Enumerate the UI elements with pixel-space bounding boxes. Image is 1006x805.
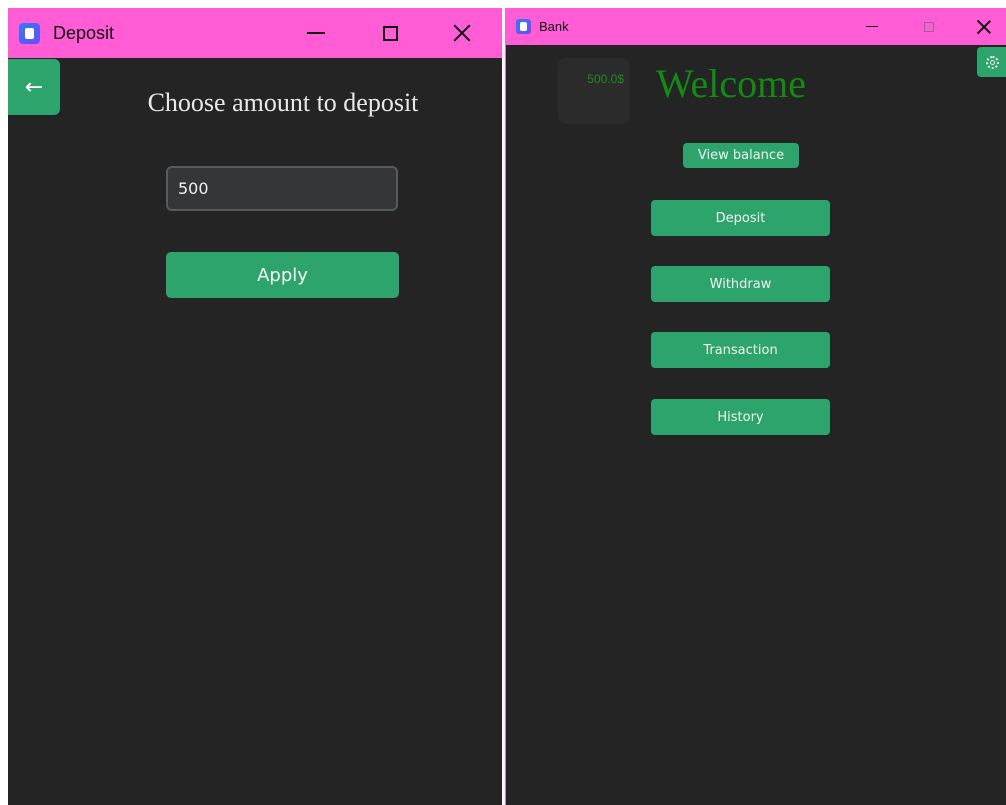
back-button[interactable]: ← [8, 59, 60, 115]
maximize-button [906, 8, 952, 45]
maximize-button[interactable] [360, 8, 420, 58]
app-icon [516, 19, 531, 34]
minimize-button[interactable] [286, 8, 346, 58]
deposit-heading: Choose amount to deposit [147, 88, 419, 117]
maximize-icon [924, 21, 934, 32]
app-icon [19, 22, 40, 44]
balance-value: 500.0$ [587, 72, 624, 86]
view-balance-button[interactable]: View balance [683, 143, 799, 168]
history-button[interactable]: History [651, 399, 830, 435]
minimize-button[interactable] [849, 8, 895, 45]
gear-icon [985, 55, 999, 69]
desktop: Deposit ← Choose amount to deposit Apply… [0, 0, 1006, 805]
maximize-icon [382, 25, 398, 41]
bank-window-title: Bank [539, 19, 569, 34]
amount-input[interactable] [166, 166, 398, 211]
withdraw-button[interactable]: Withdraw [651, 266, 830, 302]
close-icon [977, 20, 991, 34]
deposit-titlebar[interactable]: Deposit [8, 8, 502, 58]
deposit-window-title: Deposit [53, 22, 115, 43]
minimize-icon [866, 26, 878, 27]
apply-button[interactable]: Apply [166, 252, 399, 298]
arrow-left-icon: ← [24, 74, 44, 100]
welcome-title: Welcome [656, 61, 807, 106]
deposit-window: Deposit ← Choose amount to deposit Apply [8, 8, 502, 805]
close-button[interactable] [961, 8, 1006, 45]
balance-card: 500.0$ [558, 58, 630, 124]
transaction-button[interactable]: Transaction [651, 332, 830, 368]
close-button[interactable] [432, 8, 492, 58]
bank-window: Bank 500.0$ Welcome View balance Deposit… [505, 8, 1006, 805]
deposit-button[interactable]: Deposit [651, 200, 830, 236]
settings-button[interactable] [977, 47, 1006, 77]
minimize-icon [307, 32, 325, 34]
close-icon [453, 24, 471, 42]
